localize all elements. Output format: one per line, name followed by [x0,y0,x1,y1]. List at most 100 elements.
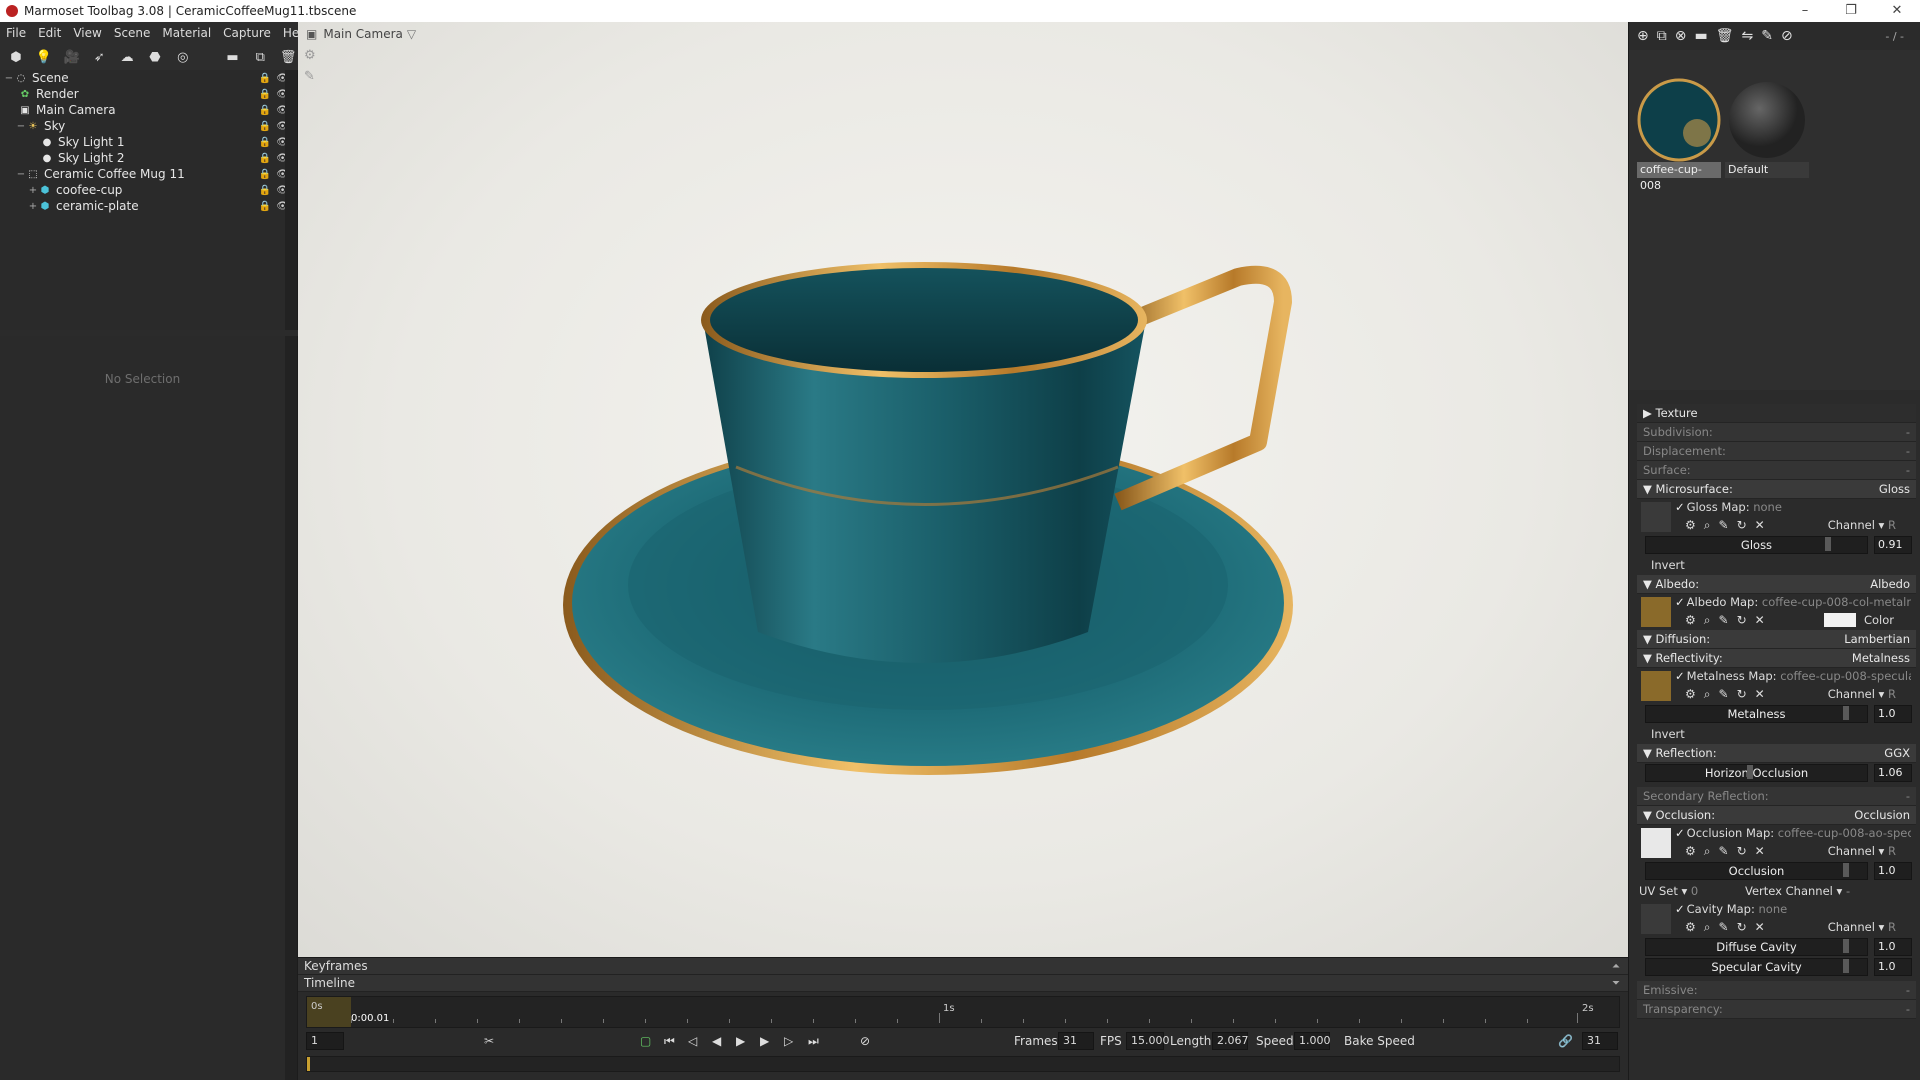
channel-select[interactable]: Channel ▾ R [1828,687,1896,701]
outliner-item-sky-light-2[interactable]: ● Sky Light 2 🔒 👁 [0,150,297,166]
next-key-icon[interactable]: ▷ [784,1034,793,1048]
menu-material[interactable]: Material [156,26,217,40]
outliner-item-ceramic-plate[interactable]: + ⬢ ceramic-plate 🔒 👁 [0,198,297,214]
texture-section[interactable]: ▶ Texture [1637,404,1916,423]
slider-value[interactable]: 1.0 [1874,938,1912,956]
slider-knob[interactable] [1843,939,1849,953]
pencil-icon[interactable]: ✎ [1719,518,1729,533]
skip-start-icon[interactable]: ⏮ [664,1034,675,1049]
expand-icon[interactable]: + [28,185,38,196]
refresh-icon[interactable]: ↻ [1737,844,1747,859]
transparency-section[interactable]: Transparency: - [1637,1000,1916,1019]
add-material-icon[interactable]: ⊕ [1637,28,1649,44]
close-icon[interactable]: ✕ [1755,613,1765,628]
viewport[interactable] [298,22,1628,957]
timeline-header[interactable]: Timeline ⏷ [298,975,1628,992]
slider-value[interactable]: 1.06 [1874,764,1912,782]
current-frame-field[interactable]: 1 [306,1032,344,1050]
map-value[interactable]: coffee-cup-008-ao-spec [1778,826,1911,840]
pencil-icon[interactable]: ✎ [1719,844,1729,859]
channel-select[interactable]: Channel ▾ R [1828,518,1896,532]
search-icon[interactable]: ⌕ [1704,518,1711,533]
lock-icon[interactable]: 🔒 [259,89,271,100]
lock-icon[interactable]: 🔒 [259,137,271,148]
add-mesh-icon[interactable]: ⬢ [6,47,26,67]
add-shadow-catcher-icon[interactable]: ➶ [89,47,109,67]
compass-icon[interactable]: ⊘ [1781,28,1793,44]
timeline-ruler[interactable]: 0s 0:00.01 1s 2s [306,996,1620,1028]
material-thumb-default[interactable] [1725,78,1809,162]
close-icon[interactable]: ✕ [1755,518,1765,533]
search-icon[interactable]: ⌕ [1704,844,1711,859]
close-icon[interactable]: ✕ [1755,920,1765,935]
gear-icon[interactable]: ⚙ [1685,518,1696,533]
texture-thumb[interactable] [1641,828,1671,858]
occlusion-section[interactable]: ▼ Occlusion: Occlusion [1637,806,1916,825]
outliner-item-main-camera[interactable]: ▣ Main Camera 🔒 👁 [0,102,297,118]
outliner-item-ceramic-coffee-mug[interactable]: − ⬚ Ceramic Coffee Mug 11 🔒 👁 [0,166,297,182]
lock-icon[interactable]: 🔒 [259,105,271,116]
slider-knob[interactable] [1843,959,1849,973]
add-light-icon[interactable]: 💡 [34,47,54,67]
slider-knob[interactable] [1843,863,1849,877]
folder-icon[interactable]: ▬ [1694,28,1707,44]
slider-value[interactable]: 1.0 [1874,862,1912,880]
refresh-icon[interactable]: ↻ [1737,687,1747,702]
reflection-section[interactable]: ▼ Reflection: GGX [1637,744,1916,763]
texture-thumb[interactable] [1641,597,1671,627]
viewport-camera-menu[interactable]: ▣ Main Camera ▽ [298,22,416,46]
collapse-icon[interactable]: − [16,121,26,132]
section-value[interactable]: - [1906,1002,1910,1016]
gloss-slider[interactable]: Gloss 0.91 [1637,535,1916,555]
search-icon[interactable]: ⌕ [1704,613,1711,628]
slider-value[interactable]: 1.0 [1874,958,1912,976]
reflectivity-section[interactable]: ▼ Reflectivity: Metalness [1637,649,1916,668]
trash-icon[interactable]: 🗑 [278,47,298,67]
slider-knob[interactable] [1747,765,1753,779]
gear-icon[interactable]: ⚙ [1685,613,1696,628]
skip-end-icon[interactable]: ⏭ [808,1034,819,1049]
chevron-down-icon[interactable]: ⏷ [1612,978,1620,989]
gear-icon[interactable]: ⚙ [304,48,320,63]
metalness-slider[interactable]: Metalness 1.0 [1637,704,1916,724]
map-value[interactable]: coffee-cup-008-specula [1780,669,1911,683]
section-value[interactable]: Albedo [1870,577,1910,591]
pencil-icon[interactable]: ✎ [1719,687,1729,702]
section-value[interactable]: GGX [1884,746,1910,760]
slider-value[interactable]: 1.0 [1874,705,1912,723]
chevron-up-icon[interactable]: ⏶ [1612,961,1620,972]
section-value[interactable]: Gloss [1879,482,1910,496]
outliner-scrollbar[interactable] [285,70,297,330]
fps-field[interactable]: 15.000 [1126,1032,1170,1050]
trash-icon[interactable]: 🗑 [1716,28,1734,44]
outliner-item-coofee-cup[interactable]: + ⬢ coofee-cup 🔒 👁 [0,182,297,198]
keyframe-icon[interactable]: ▢ [640,1034,651,1048]
lock-icon[interactable]: 🔒 [259,169,271,180]
collapse-icon[interactable]: − [4,73,14,84]
menu-scene[interactable]: Scene [108,26,157,40]
close-icon[interactable]: ✕ [1755,844,1765,859]
material-name[interactable]: Default [1725,162,1809,178]
gear-icon[interactable]: ⚙ [1685,920,1696,935]
speed-field[interactable]: 1.000 [1294,1032,1331,1050]
expand-icon[interactable]: + [28,201,38,212]
secondary-reflection-section[interactable]: Secondary Reflection: - [1637,787,1916,806]
outliner-item-sky-light-1[interactable]: ● Sky Light 1 🔒 👁 [0,134,297,150]
gear-icon[interactable]: ⚙ [1685,844,1696,859]
slider-knob[interactable] [1825,537,1831,551]
vertex-channel-select[interactable]: Vertex Channel ▾ - [1745,884,1850,898]
diffusion-section[interactable]: ▼ Diffusion: Lambertian [1637,630,1916,649]
add-object-icon[interactable]: ⬣ [145,47,165,67]
albedo-section[interactable]: ▼ Albedo: Albedo [1637,575,1916,594]
search-icon[interactable]: ⌕ [1704,687,1711,702]
close-button[interactable]: ✕ [1874,0,1920,22]
maximize-button[interactable]: ❐ [1828,0,1874,22]
lock-icon[interactable]: 🔒 [259,201,271,212]
add-camera-icon[interactable]: 🎥 [62,47,82,67]
menu-edit[interactable]: Edit [32,26,67,40]
add-fog-icon[interactable]: ☁ [117,47,137,67]
duplicate-icon[interactable]: ⧉ [250,47,270,67]
subdivision-section[interactable]: Subdivision: - [1637,423,1916,442]
brush-icon[interactable]: ✎ [304,69,320,84]
invert-row[interactable]: Invert [1637,555,1916,575]
